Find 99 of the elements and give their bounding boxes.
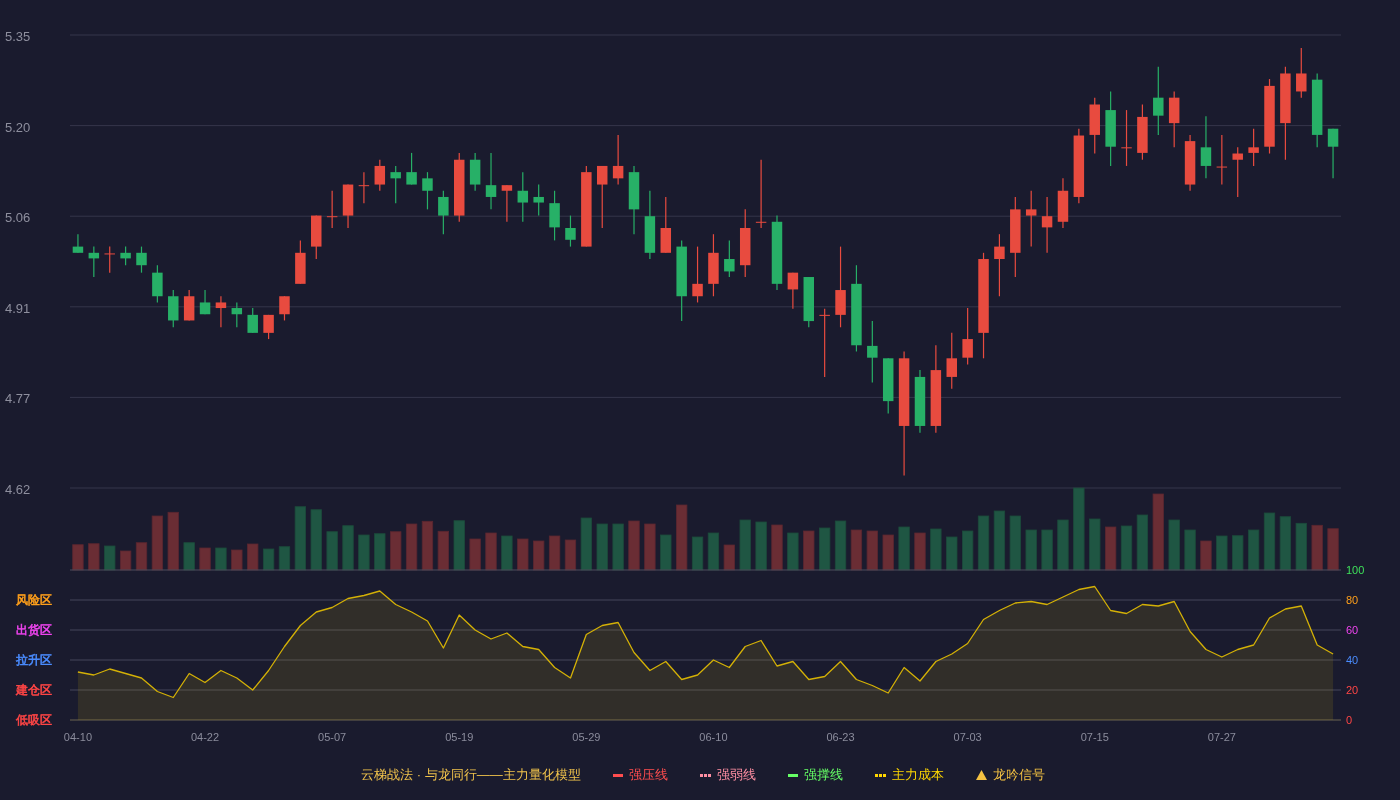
candlestick <box>612 134 624 186</box>
zone-label: 拉升区 <box>16 653 52 667</box>
candlestick <box>136 246 147 274</box>
date-label: 07-27 <box>1207 731 1236 743</box>
date-label: 07-15 <box>1080 731 1109 743</box>
candlestick <box>533 183 544 217</box>
candlestick <box>549 190 560 241</box>
candlestick <box>565 215 576 248</box>
candlestick <box>326 190 338 229</box>
zone-label: 出货区 <box>16 623 52 637</box>
date-label: 06-23 <box>826 731 855 743</box>
candlestick <box>199 289 211 315</box>
axis-tick-label: 40 <box>1346 654 1359 666</box>
price-axis-label: 4.77 <box>5 391 31 406</box>
candlestick <box>438 190 449 235</box>
date-label: 05-19 <box>445 731 474 743</box>
candlestick <box>882 357 894 415</box>
candlestick <box>660 196 671 254</box>
candlestick <box>168 289 179 328</box>
candlestick <box>1216 134 1228 186</box>
candlestick <box>342 183 354 229</box>
legend-item[interactable]: 强压线 <box>612 766 668 784</box>
axis-tick-label: 100 <box>1346 564 1365 576</box>
legend-item[interactable]: 龙吟信号 <box>975 766 1045 784</box>
date-label: 06-10 <box>699 731 728 743</box>
candlestick <box>803 276 814 328</box>
candlestick <box>1153 66 1164 136</box>
date-label: 07-03 <box>953 731 982 743</box>
candlestick <box>740 208 751 278</box>
candlestick <box>692 246 703 304</box>
date-label: 04-22 <box>190 731 220 743</box>
candlestick <box>247 307 258 334</box>
axis-tick-label: 80 <box>1346 594 1359 606</box>
candlestick <box>994 233 1005 297</box>
candlestick <box>72 233 84 254</box>
candlestick <box>962 307 973 366</box>
candlestick <box>1327 128 1339 179</box>
zone-label: 风险区 <box>16 593 52 607</box>
candlestick <box>644 190 656 260</box>
candlestick <box>215 295 227 328</box>
candlestick <box>1089 97 1100 155</box>
zone-label: 建仓区 <box>16 683 52 697</box>
date-label: 05-07 <box>318 731 347 743</box>
candlestick <box>819 308 830 378</box>
axis-tick-label: 60 <box>1346 624 1359 636</box>
candlestick <box>263 314 274 340</box>
candlestick <box>1025 190 1037 248</box>
date-label: 04-10 <box>63 731 92 743</box>
price-axis-label: 4.62 <box>5 482 31 497</box>
candlestick <box>231 301 243 328</box>
candlestick <box>120 246 131 266</box>
candlestick <box>1121 109 1132 167</box>
candlestick <box>914 369 926 434</box>
candlestick <box>374 159 386 192</box>
candlestick <box>1168 90 1180 148</box>
axis-tick-label: 0 <box>1346 714 1353 726</box>
candlestick <box>597 165 608 229</box>
candlestick <box>628 165 640 235</box>
candlestick <box>422 171 433 210</box>
candlestick <box>708 233 719 297</box>
candlestick <box>152 264 163 304</box>
candlestick <box>295 239 306 285</box>
price-axis-label: 5.20 <box>5 120 31 135</box>
candlestick <box>1041 196 1053 254</box>
legend-item[interactable]: 主力成本 <box>874 766 944 784</box>
candlestick <box>390 165 401 204</box>
price-axis-label: 5.06 <box>5 210 31 225</box>
candlestick <box>1137 103 1148 161</box>
candlestick <box>88 246 100 278</box>
candlestick <box>1248 128 1259 167</box>
candlestick <box>946 332 957 390</box>
axis-tick-label: 20 <box>1346 684 1359 696</box>
date-label: 05-29 <box>572 731 601 743</box>
candlestick <box>1232 146 1243 198</box>
candlestick <box>469 152 481 192</box>
candlestick <box>787 272 799 310</box>
candlestick <box>1184 134 1196 192</box>
candlestick <box>485 152 497 210</box>
candlestick <box>104 246 115 274</box>
legend-item[interactable]: 强撑线 <box>787 766 843 784</box>
candlestick <box>724 239 735 278</box>
price-axis-label: 5.35 <box>5 29 31 44</box>
candlestick <box>406 152 417 186</box>
candlestick <box>517 171 529 223</box>
candlestick <box>183 289 195 322</box>
zone-label: 低吸区 <box>16 713 52 727</box>
legend-item[interactable]: 强弱线 <box>699 766 756 784</box>
candlestick <box>358 171 370 204</box>
candlestick <box>867 320 878 384</box>
candlestick <box>1057 177 1069 229</box>
candlestick <box>501 184 513 223</box>
candlestick <box>755 159 767 229</box>
candlestick <box>311 215 322 260</box>
legend-title: 云梯战法 · 与龙同行——主力量化模型 <box>361 766 581 784</box>
candlestick <box>1200 115 1212 179</box>
candlestick <box>279 295 290 322</box>
candlestick <box>1296 47 1307 99</box>
price-axis-label: 4.91 <box>5 301 31 316</box>
candlestick <box>454 152 465 223</box>
